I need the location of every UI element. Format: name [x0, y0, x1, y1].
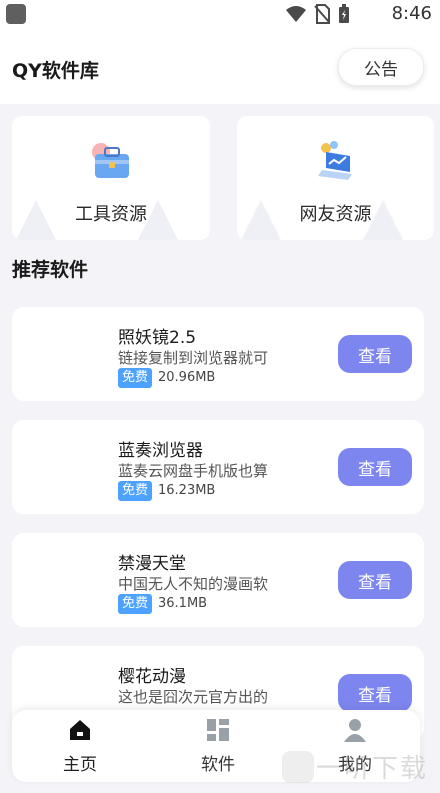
section-title: 推荐软件	[12, 259, 89, 281]
view-button[interactable]: 查看	[338, 561, 412, 599]
status-icons	[286, 4, 350, 24]
free-badge: 免费	[118, 481, 153, 501]
notice-button[interactable]: 公告	[338, 48, 424, 86]
category-label: 网友资源	[299, 204, 372, 225]
watermark: 一听下载	[280, 748, 428, 785]
nav-label: 软件	[201, 755, 235, 775]
category-tools[interactable]: 工具资源	[12, 116, 210, 240]
app-name: 樱花动漫	[118, 667, 186, 687]
watermark-logo-icon	[282, 750, 314, 783]
app-description: 这也是囧次元官方出的	[118, 688, 269, 706]
view-button[interactable]: 查看	[338, 674, 412, 712]
app-description: 链接复制到浏览器就可	[118, 349, 269, 367]
category-community[interactable]: 网友资源	[237, 116, 434, 240]
app-size: 20.96MB	[158, 370, 216, 385]
wifi-icon	[286, 6, 306, 22]
view-button[interactable]: 查看	[338, 335, 412, 373]
status-time: 8:46	[391, 3, 432, 24]
app-name: 照妖镜2.5	[118, 328, 197, 348]
status-bar: 8:46	[0, 0, 440, 28]
app-name: 蓝奏浏览器	[118, 441, 203, 461]
nav-software[interactable]: 软件	[178, 718, 258, 775]
battery-icon	[339, 4, 349, 23]
category-label: 工具资源	[75, 204, 147, 225]
watermark-text: 一听下载	[316, 754, 429, 784]
nav-label: 主页	[63, 755, 97, 775]
app-description: 蓝奏云网盘手机版也算	[118, 462, 269, 480]
toolbox-icon	[92, 143, 129, 178]
view-button[interactable]: 查看	[338, 448, 412, 486]
list-item[interactable]: 蓝奏浏览器 蓝奏云网盘手机版也算 免费 16.23MB 查看	[12, 420, 424, 514]
no-sim-icon	[314, 4, 330, 24]
list-item[interactable]: 禁漫天堂 中国无人不知的漫画软 免费 36.1MB 查看	[12, 533, 424, 627]
app-size: 36.1MB	[158, 596, 208, 611]
app-name: 禁漫天堂	[118, 554, 186, 574]
app-description: 中国无人不知的漫画软	[118, 575, 269, 593]
nav-home[interactable]: 主页	[40, 718, 120, 775]
laptop-chart-icon	[317, 141, 352, 180]
list-item[interactable]: 照妖镜2.5 链接复制到浏览器就可 免费 20.96MB 查看	[12, 307, 424, 401]
app-title: QY软件库	[12, 60, 99, 82]
app-size: 16.23MB	[158, 483, 216, 498]
free-badge: 免费	[118, 594, 153, 614]
notification-icon	[6, 4, 26, 24]
free-badge: 免费	[118, 368, 153, 388]
app-bar: QY软件库 公告	[0, 28, 440, 104]
home-icon	[70, 720, 90, 740]
user-icon	[344, 719, 366, 742]
grid-icon	[207, 719, 229, 741]
